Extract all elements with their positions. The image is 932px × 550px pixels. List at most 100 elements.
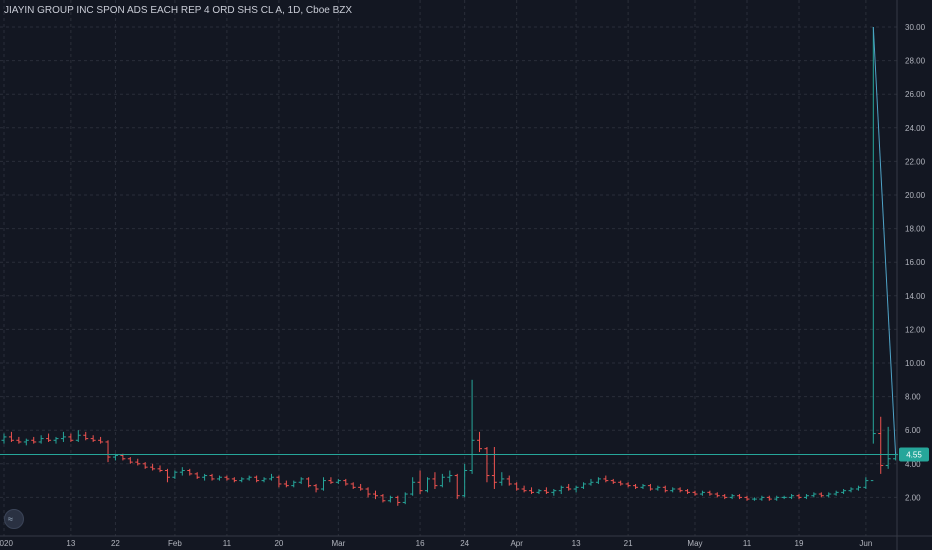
ohlc-bar xyxy=(239,477,245,483)
ohlc-bar xyxy=(655,485,661,491)
ohlc-bar xyxy=(425,477,431,493)
ohlc-bar xyxy=(194,472,200,479)
ohlc-bar xyxy=(863,477,869,489)
ohlc-bar xyxy=(699,490,705,496)
ohlc-bar xyxy=(566,483,572,491)
ohlc-bar xyxy=(291,480,297,488)
ohlc-bar xyxy=(90,435,96,442)
ohlc-bar xyxy=(595,477,601,484)
ohlc-bar xyxy=(477,431,483,453)
ohlc-bar xyxy=(588,478,594,486)
ohlc-bar xyxy=(774,495,780,501)
ohlc-bar xyxy=(8,431,14,442)
ohlc-bar xyxy=(766,495,772,501)
ohlc-bar xyxy=(551,489,557,496)
ohlc-bar xyxy=(759,495,765,501)
ohlc-bar xyxy=(826,492,832,498)
ohlc-bar xyxy=(164,468,170,483)
ohlc-bar xyxy=(320,477,326,491)
ohlc-bar xyxy=(439,473,445,488)
ohlc-bar xyxy=(202,473,208,481)
y-tick-label: 10.00 xyxy=(905,359,926,368)
ohlc-bar xyxy=(647,483,653,491)
last-price-label: 4.55 xyxy=(906,451,922,460)
ohlc-bar xyxy=(796,494,802,500)
ohlc-bar xyxy=(543,487,549,495)
ohlc-bar xyxy=(402,492,408,505)
y-tick-label: 30.00 xyxy=(905,23,926,32)
ohlc-bar xyxy=(313,483,319,493)
ohlc-bar xyxy=(150,463,156,471)
ohlc-bar xyxy=(685,489,691,495)
ohlc-bar xyxy=(306,477,312,488)
ohlc-bar xyxy=(395,495,401,506)
ohlc-bar xyxy=(833,490,839,496)
ohlc-bar xyxy=(105,440,111,463)
y-tick-label: 12.00 xyxy=(905,325,926,334)
ohlc-bar xyxy=(127,457,133,464)
y-tick-label: 2.00 xyxy=(905,493,921,502)
x-tick-label: 13 xyxy=(572,539,581,548)
ohlc-bar xyxy=(462,463,468,498)
price-chart[interactable]: 2.004.006.008.0010.0012.0014.0016.0018.0… xyxy=(0,0,932,550)
ohlc-bar xyxy=(870,27,876,482)
ohlc-bar xyxy=(707,490,713,496)
ohlc-bar xyxy=(68,433,74,442)
ohlc-bar xyxy=(187,468,193,476)
ohlc-bar xyxy=(499,472,505,486)
y-tick-label: 8.00 xyxy=(905,393,921,402)
ohlc-bar xyxy=(328,477,334,484)
ohlc-bar xyxy=(729,494,735,500)
ohlc-bar xyxy=(603,475,609,483)
tradingview-logo[interactable]: ≈ xyxy=(4,509,24,529)
ohlc-bar xyxy=(781,495,787,500)
ohlc-bar xyxy=(744,495,750,501)
ohlc-bar xyxy=(38,435,44,444)
ohlc-bar xyxy=(789,494,795,500)
ohlc-bar xyxy=(506,475,512,486)
ohlc-bar xyxy=(432,472,438,489)
x-tick-label: 11 xyxy=(743,539,752,548)
ohlc-bar xyxy=(16,436,22,444)
ohlc-bar xyxy=(885,426,891,469)
x-tick-label: 19 xyxy=(795,539,804,548)
spike-connector xyxy=(872,26,897,455)
ohlc-bar xyxy=(737,494,743,500)
ohlc-bar xyxy=(31,436,37,444)
x-tick-label: 21 xyxy=(624,539,633,548)
ohlc-bar xyxy=(878,416,884,474)
ohlc-bar xyxy=(640,483,646,489)
y-tick-label: 20.00 xyxy=(905,191,926,200)
ohlc-bar xyxy=(231,477,237,483)
x-tick-label: 13 xyxy=(66,539,75,548)
x-tick-label: 2020 xyxy=(0,539,13,548)
ohlc-bar xyxy=(692,490,698,496)
y-tick-label: 22.00 xyxy=(905,157,926,166)
ohlc-bar xyxy=(573,485,579,493)
x-tick-label: 22 xyxy=(111,539,120,548)
x-tick-label: 16 xyxy=(416,539,425,548)
ohlc-bar xyxy=(283,480,289,488)
x-tick-label: 20 xyxy=(274,539,283,548)
x-tick-label: Apr xyxy=(510,539,523,548)
ohlc-bar xyxy=(714,492,720,498)
ohlc-bar xyxy=(558,485,564,495)
ohlc-bar xyxy=(751,497,757,501)
ohlc-bar xyxy=(803,494,809,500)
ohlc-bar xyxy=(454,473,460,500)
ohlc-bar xyxy=(46,433,52,442)
y-tick-label: 24.00 xyxy=(905,124,926,133)
x-tick-label: Jun xyxy=(859,539,872,548)
ohlc-bar xyxy=(172,470,178,479)
x-tick-label: Mar xyxy=(331,539,345,548)
ohlc-bar xyxy=(521,485,527,493)
x-tick-label: 11 xyxy=(223,539,232,548)
ohlc-bar xyxy=(179,467,185,476)
ohlc-bar xyxy=(343,478,349,486)
ohlc-bar xyxy=(358,483,364,491)
ohlc-bar xyxy=(677,487,683,493)
ohlc-bar xyxy=(610,478,616,484)
y-tick-label: 6.00 xyxy=(905,426,921,435)
ohlc-bar xyxy=(261,477,267,483)
ohlc-bar xyxy=(254,475,260,483)
